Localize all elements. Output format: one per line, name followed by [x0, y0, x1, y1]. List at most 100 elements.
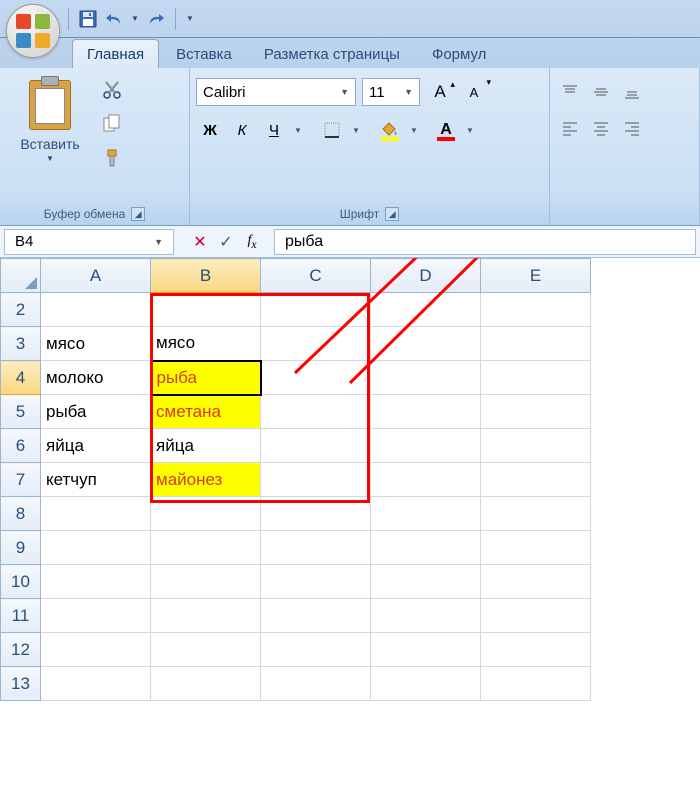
- name-box[interactable]: B4 ▼: [4, 229, 174, 255]
- align-middle-button[interactable]: [587, 78, 615, 106]
- cell-B12[interactable]: [151, 633, 261, 667]
- borders-dropdown[interactable]: ▼: [350, 126, 362, 135]
- office-button[interactable]: [6, 4, 60, 58]
- cell-B10[interactable]: [151, 565, 261, 599]
- cell-A12[interactable]: [41, 633, 151, 667]
- align-center-button[interactable]: [587, 114, 615, 142]
- cell-E5[interactable]: [481, 395, 591, 429]
- column-header-B[interactable]: B: [151, 259, 261, 293]
- save-button[interactable]: [77, 8, 99, 30]
- cell-E6[interactable]: [481, 429, 591, 463]
- cell-C12[interactable]: [261, 633, 371, 667]
- cell-E2[interactable]: [481, 293, 591, 327]
- tab-formulas[interactable]: Формул: [417, 39, 502, 68]
- cell-B4[interactable]: рыба: [151, 361, 261, 395]
- font-name-combo[interactable]: Calibri ▼: [196, 78, 356, 106]
- cell-D4[interactable]: [371, 361, 481, 395]
- cell-E3[interactable]: [481, 327, 591, 361]
- cell-A5[interactable]: рыба: [41, 395, 151, 429]
- cell-E4[interactable]: [481, 361, 591, 395]
- cell-B2[interactable]: [151, 293, 261, 327]
- cell-C6[interactable]: [261, 429, 371, 463]
- row-header-2[interactable]: 2: [1, 293, 41, 327]
- insert-function-button[interactable]: fx: [242, 232, 262, 252]
- cut-button[interactable]: [102, 80, 122, 106]
- cell-C9[interactable]: [261, 531, 371, 565]
- cell-B7[interactable]: майонез: [151, 463, 261, 497]
- column-header-A[interactable]: A: [41, 259, 151, 293]
- tab-insert[interactable]: Вставка: [161, 39, 247, 68]
- cell-E12[interactable]: [481, 633, 591, 667]
- accept-formula-button[interactable]: ✓: [216, 232, 236, 252]
- decrease-font-button[interactable]: A▾: [460, 78, 488, 106]
- tab-home[interactable]: Главная: [72, 39, 159, 68]
- cell-C3[interactable]: [261, 327, 371, 361]
- font-dialog-launcher[interactable]: ◢: [385, 207, 399, 221]
- font-color-dropdown[interactable]: ▼: [464, 126, 476, 135]
- align-right-button[interactable]: [618, 114, 646, 142]
- tab-page-layout[interactable]: Разметка страницы: [249, 39, 415, 68]
- cell-A2[interactable]: [41, 293, 151, 327]
- cell-D12[interactable]: [371, 633, 481, 667]
- align-top-button[interactable]: [556, 78, 584, 106]
- row-header-3[interactable]: 3: [1, 327, 41, 361]
- select-all-corner[interactable]: [1, 259, 41, 293]
- column-header-D[interactable]: D: [371, 259, 481, 293]
- cancel-formula-button[interactable]: ✕: [190, 232, 210, 252]
- cell-A4[interactable]: молоко: [41, 361, 151, 395]
- cell-A10[interactable]: [41, 565, 151, 599]
- qat-customize-dropdown[interactable]: ▼: [184, 14, 196, 23]
- fill-color-dropdown[interactable]: ▼: [408, 126, 420, 135]
- column-header-C[interactable]: C: [261, 259, 371, 293]
- row-header-11[interactable]: 11: [1, 599, 41, 633]
- underline-button[interactable]: Ч: [260, 116, 288, 144]
- cell-D5[interactable]: [371, 395, 481, 429]
- cell-D13[interactable]: [371, 667, 481, 701]
- cell-C8[interactable]: [261, 497, 371, 531]
- clipboard-dialog-launcher[interactable]: ◢: [131, 207, 145, 221]
- cell-A9[interactable]: [41, 531, 151, 565]
- cell-C10[interactable]: [261, 565, 371, 599]
- cell-D3[interactable]: [371, 327, 481, 361]
- column-header-E[interactable]: E: [481, 259, 591, 293]
- borders-button[interactable]: [318, 116, 346, 144]
- cell-D8[interactable]: [371, 497, 481, 531]
- cell-E8[interactable]: [481, 497, 591, 531]
- cell-C4[interactable]: [261, 361, 371, 395]
- align-left-button[interactable]: [556, 114, 584, 142]
- row-header-12[interactable]: 12: [1, 633, 41, 667]
- cell-A13[interactable]: [41, 667, 151, 701]
- cell-E13[interactable]: [481, 667, 591, 701]
- format-painter-button[interactable]: [102, 148, 122, 174]
- cell-C13[interactable]: [261, 667, 371, 701]
- font-color-button[interactable]: A: [432, 116, 460, 144]
- cell-A6[interactable]: яйца: [41, 429, 151, 463]
- align-bottom-button[interactable]: [618, 78, 646, 106]
- cell-D11[interactable]: [371, 599, 481, 633]
- font-size-combo[interactable]: 11 ▼: [362, 78, 420, 106]
- cell-B9[interactable]: [151, 531, 261, 565]
- cell-C7[interactable]: [261, 463, 371, 497]
- cell-E7[interactable]: [481, 463, 591, 497]
- copy-button[interactable]: [102, 114, 122, 140]
- increase-font-button[interactable]: A▴: [426, 78, 454, 106]
- row-header-6[interactable]: 6: [1, 429, 41, 463]
- cell-B8[interactable]: [151, 497, 261, 531]
- redo-button[interactable]: [145, 8, 167, 30]
- row-header-5[interactable]: 5: [1, 395, 41, 429]
- undo-dropdown[interactable]: ▼: [129, 14, 141, 23]
- row-header-9[interactable]: 9: [1, 531, 41, 565]
- row-header-10[interactable]: 10: [1, 565, 41, 599]
- row-header-13[interactable]: 13: [1, 667, 41, 701]
- row-header-8[interactable]: 8: [1, 497, 41, 531]
- cell-D7[interactable]: [371, 463, 481, 497]
- cell-E9[interactable]: [481, 531, 591, 565]
- cell-C5[interactable]: [261, 395, 371, 429]
- cell-D2[interactable]: [371, 293, 481, 327]
- fill-color-button[interactable]: [376, 116, 404, 144]
- cell-A7[interactable]: кетчуп: [41, 463, 151, 497]
- cell-D6[interactable]: [371, 429, 481, 463]
- cell-A3[interactable]: мясо: [41, 327, 151, 361]
- cell-D9[interactable]: [371, 531, 481, 565]
- cell-B6[interactable]: яйца: [151, 429, 261, 463]
